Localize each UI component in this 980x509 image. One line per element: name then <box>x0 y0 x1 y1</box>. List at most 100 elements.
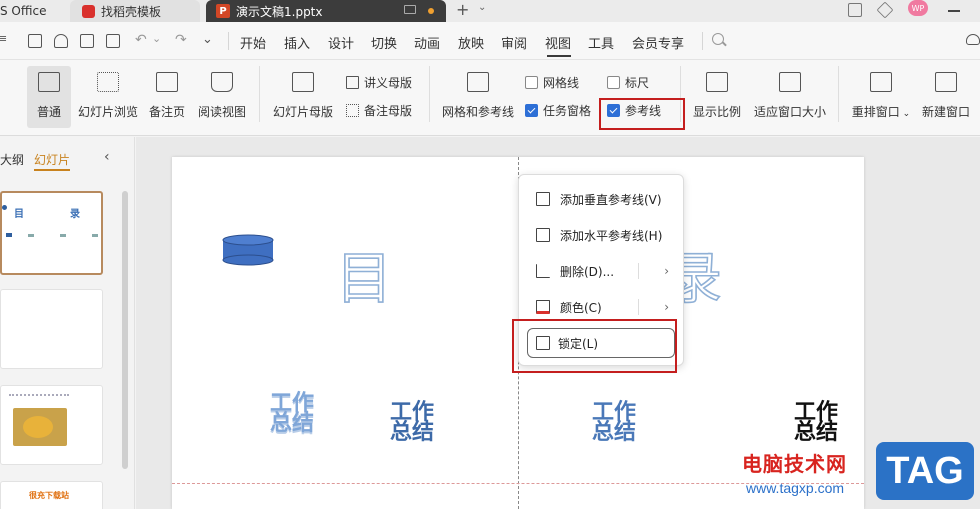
tab-document[interactable]: P 演示文稿1.pptx <box>206 0 446 22</box>
thumb-title: 目 <box>14 209 24 220</box>
panel-scrollbar[interactable] <box>122 191 128 469</box>
divider <box>638 299 639 315</box>
normal-view-icon <box>38 72 60 92</box>
wordart-2[interactable]: 工作 总结 <box>382 402 442 444</box>
normal-view-button[interactable]: 普通 <box>27 66 71 128</box>
slide-master-button[interactable]: 幻灯片母版 <box>272 66 334 128</box>
slides-panel: 大纲 幻灯片 ‹ 目 录 很充下载站 <box>0 137 135 509</box>
ribbon-toolbar: 普通 幻灯片浏览 备注页 阅读视图 幻灯片母版 讲义母版 备注母版 网格和参考线… <box>0 60 980 136</box>
cloud-icon[interactable] <box>966 34 980 45</box>
notes-page-icon <box>156 72 178 92</box>
title-text-left[interactable]: 目 <box>335 234 396 315</box>
fit-window-label: 适应窗口大小 <box>753 105 826 119</box>
add-vertical-guide-label: 添加垂直参考线(V) <box>560 192 662 207</box>
new-tab-button[interactable]: + <box>456 0 469 22</box>
cube-icon[interactable] <box>876 1 894 19</box>
gridlines-label: 网格线 <box>543 76 580 90</box>
guide-color-item[interactable]: 颜色(C) › <box>519 292 683 322</box>
wordart-4[interactable]: 工作 总结 <box>786 402 846 444</box>
print-preview-icon[interactable] <box>106 34 120 48</box>
menu-start[interactable]: 开始 <box>240 33 266 52</box>
minimize-icon[interactable] <box>948 10 960 12</box>
tab-outline[interactable]: 大纲 <box>0 151 24 168</box>
menu-animations[interactable]: 动画 <box>414 33 440 52</box>
menu-insert[interactable]: 插入 <box>284 33 310 52</box>
horizontal-guide-icon <box>536 228 550 242</box>
undo-icon[interactable]: ↶ <box>135 32 147 48</box>
notes-page-button[interactable]: 备注页 <box>145 66 189 128</box>
tab-office-label: S Office <box>0 4 47 18</box>
add-horizontal-guide-label: 添加水平参考线(H) <box>560 228 663 243</box>
gridlines-check[interactable] <box>525 76 538 89</box>
watermark-url: www.tagxp.com <box>746 480 845 496</box>
wordart-3-line2: 总结 <box>591 420 636 445</box>
add-horizontal-guide-item[interactable]: 添加水平参考线(H) <box>519 220 683 250</box>
collapse-panel-icon[interactable]: ‹ <box>104 149 110 165</box>
wordart-1[interactable]: 工作 总结 <box>262 393 322 435</box>
menu-review[interactable]: 审阅 <box>501 33 527 52</box>
menu-icon[interactable]: ≡ <box>0 32 7 45</box>
task-pane-checkbox[interactable]: 任务窗格 <box>525 102 591 119</box>
save-icon[interactable] <box>28 34 42 48</box>
zoom-percent-icon <box>706 72 728 92</box>
watermark-logo: TAG <box>876 442 974 500</box>
search-icon[interactable] <box>712 33 724 45</box>
menu-member[interactable]: 会员专享 <box>632 33 684 52</box>
reading-view-button[interactable]: 阅读视图 <box>196 66 248 128</box>
menu-bar: ≡ ↶ ⌄ ↷ ⌄ 开始 插入 设计 切换 动画 放映 审阅 视图 工具 会员专… <box>0 22 980 60</box>
thumb-shape <box>2 205 7 210</box>
tab-templates[interactable]: 找稻壳模板 <box>70 0 200 22</box>
guide-color-label: 颜色(C) <box>560 300 602 315</box>
cylinder-shape[interactable] <box>222 234 274 266</box>
tab-document-label: 演示文稿1.pptx <box>236 4 323 19</box>
monitor-icon[interactable] <box>404 5 416 14</box>
fit-window-button[interactable]: 适应窗口大小 <box>752 66 828 128</box>
add-vertical-guide-item[interactable]: 添加垂直参考线(V) <box>519 184 683 214</box>
tab-slides[interactable]: 幻灯片 <box>34 151 70 168</box>
fit-window-icon <box>779 72 801 92</box>
slide-sorter-button[interactable]: 幻灯片浏览 <box>77 66 139 128</box>
color-icon <box>536 300 550 314</box>
redo-icon[interactable]: ↷ <box>175 32 187 48</box>
print-icon[interactable] <box>80 34 94 48</box>
ruler-checkbox[interactable]: 标尺 <box>607 74 649 91</box>
zoom-button[interactable]: 显示比例 <box>690 66 744 128</box>
chevron-down-icon[interactable]: ⌄ <box>478 2 486 13</box>
template-store-icon <box>82 4 95 18</box>
share-icon[interactable] <box>54 34 68 48</box>
slide-thumbnail-2[interactable] <box>0 289 103 369</box>
notes-master-button[interactable]: 备注母版 <box>346 102 412 119</box>
ruler-check[interactable] <box>607 76 620 89</box>
wordart-3[interactable]: 工作 总结 <box>584 402 644 445</box>
avatar[interactable]: WP <box>908 0 928 16</box>
arrange-windows-icon <box>870 72 892 92</box>
task-pane-label: 任务窗格 <box>543 104 592 118</box>
gridlines-checkbox[interactable]: 网格线 <box>525 74 579 91</box>
tablet-icon[interactable] <box>848 3 862 17</box>
highlight-lock-item <box>512 319 677 373</box>
grid-guides-button[interactable]: 网格和参考线 <box>440 66 516 128</box>
handout-master-button[interactable]: 讲义母版 <box>346 74 412 91</box>
tab-office[interactable]: S Office <box>0 0 62 22</box>
task-pane-check[interactable] <box>525 104 538 117</box>
menu-transitions[interactable]: 切换 <box>371 33 397 52</box>
divider <box>429 66 430 122</box>
menu-design[interactable]: 设计 <box>328 33 354 52</box>
slide-thumbnail-1[interactable]: 目 录 <box>0 191 103 275</box>
thumb-mark <box>6 233 12 237</box>
handout-master-icon <box>346 76 359 89</box>
slide-thumbnail-4[interactable]: 很充下载站 <box>0 481 103 509</box>
arrange-windows-button[interactable]: 重排窗口 ⌄ <box>850 66 912 128</box>
undo-chevron-icon[interactable]: ⌄ <box>152 32 161 45</box>
menu-slideshow[interactable]: 放映 <box>458 33 484 52</box>
thumb-mark <box>92 234 98 237</box>
delete-guide-label: 删除(D)... <box>560 264 615 279</box>
menu-tools[interactable]: 工具 <box>588 33 614 52</box>
slide-thumbnail-3[interactable] <box>0 385 103 465</box>
more-chevron-icon[interactable]: ⌄ <box>202 32 213 47</box>
new-window-label: 新建窗口 <box>921 105 970 119</box>
delete-guide-item[interactable]: 删除(D)... › <box>519 256 683 286</box>
menu-view[interactable]: 视图 <box>545 33 571 52</box>
normal-view-label: 普通 <box>36 105 61 119</box>
new-window-button[interactable]: 新建窗口 <box>919 66 973 128</box>
